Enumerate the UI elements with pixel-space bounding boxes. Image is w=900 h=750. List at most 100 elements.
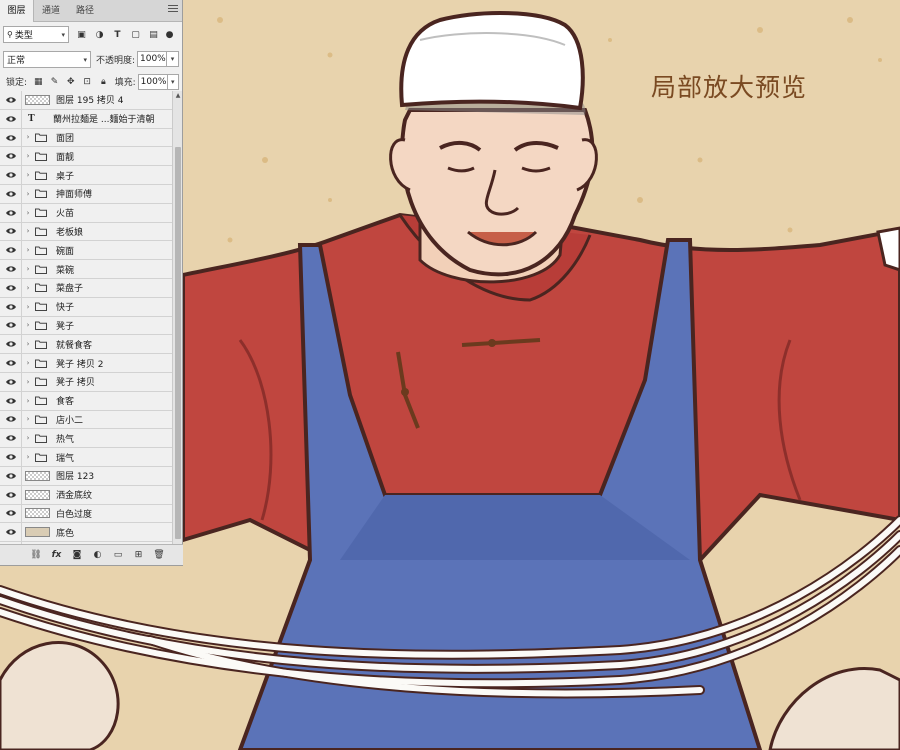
chevron-right-icon[interactable]: › xyxy=(24,453,32,461)
visibility-eye-icon[interactable] xyxy=(0,485,22,504)
chevron-right-icon[interactable]: › xyxy=(24,415,32,423)
chevron-right-icon[interactable]: › xyxy=(24,321,32,329)
visibility-eye-icon[interactable] xyxy=(0,203,22,222)
visibility-eye-icon[interactable] xyxy=(0,297,22,316)
layer-row[interactable]: › 菜碗 xyxy=(0,260,172,279)
layer-row[interactable]: › 就餐食客 xyxy=(0,335,172,355)
chevron-right-icon[interactable]: › xyxy=(24,434,32,442)
visibility-eye-icon[interactable] xyxy=(0,335,22,354)
scroll-up-icon[interactable]: ▲ xyxy=(173,91,183,101)
visibility-eye-icon[interactable] xyxy=(0,184,22,203)
visibility-eye-icon[interactable] xyxy=(0,147,22,166)
fill-field[interactable]: 100% xyxy=(137,73,168,90)
layer-row[interactable]: 洒金底纹 xyxy=(0,485,172,505)
fill-dropdown-icon[interactable]: ▾ xyxy=(167,73,179,90)
layer-row[interactable]: › 老板娘 xyxy=(0,222,172,242)
scroll-thumb[interactable] xyxy=(175,147,181,539)
new-layer-icon[interactable]: ⊞ xyxy=(133,550,145,561)
visibility-eye-icon[interactable] xyxy=(0,372,22,391)
type-filter-icon[interactable]: T xyxy=(112,29,123,40)
layer-row[interactable]: › 桌子 xyxy=(0,166,172,185)
lock-image-icon[interactable]: ✎ xyxy=(49,76,59,87)
new-group-icon[interactable]: ▭ xyxy=(112,550,124,561)
smart-object-filter-icon[interactable]: ▤ xyxy=(148,29,159,40)
layer-row[interactable]: 图层 123 xyxy=(0,466,172,486)
layer-row[interactable]: › 面靓 xyxy=(0,147,172,167)
layer-row[interactable]: › 凳子 拷贝 2 xyxy=(0,354,172,373)
layer-thumbnail xyxy=(25,508,50,519)
visibility-eye-icon[interactable] xyxy=(0,448,22,467)
chevron-right-icon[interactable]: › xyxy=(24,152,32,160)
visibility-eye-icon[interactable] xyxy=(0,109,22,128)
layer-row[interactable]: › 抻面师傅 xyxy=(0,184,172,204)
layer-name: 面团 xyxy=(56,133,75,144)
lock-position-icon[interactable]: ✥ xyxy=(66,76,76,87)
chevron-right-icon[interactable]: › xyxy=(24,133,32,141)
visibility-eye-icon[interactable] xyxy=(0,241,22,260)
chevron-right-icon[interactable]: › xyxy=(24,397,32,405)
layer-row[interactable]: › 凳子 xyxy=(0,316,172,336)
chevron-right-icon[interactable]: › xyxy=(24,209,32,217)
chevron-right-icon[interactable]: › xyxy=(24,227,32,235)
visibility-eye-icon[interactable] xyxy=(0,466,22,485)
layer-row[interactable]: 图层 195 拷贝 4 xyxy=(0,90,172,110)
visibility-eye-icon[interactable] xyxy=(0,222,22,241)
image-filter-icon[interactable]: ▣ xyxy=(76,29,87,40)
visibility-eye-icon[interactable] xyxy=(0,260,22,279)
layer-row[interactable]: › 碗面 xyxy=(0,241,172,261)
lock-transparent-icon[interactable]: ▦ xyxy=(33,76,43,87)
layer-row[interactable]: › 食客 xyxy=(0,391,172,411)
adjustment-filter-icon[interactable]: ◑ xyxy=(94,29,105,40)
blend-mode-select[interactable]: 正常 ▾ xyxy=(3,50,91,68)
layer-name: 店小二 xyxy=(56,415,84,426)
layers-scrollbar[interactable]: ▲ xyxy=(172,91,182,545)
layer-row[interactable]: › 火苗 xyxy=(0,203,172,223)
visibility-eye-icon[interactable] xyxy=(0,316,22,335)
visibility-eye-icon[interactable] xyxy=(0,504,22,523)
visibility-eye-icon[interactable] xyxy=(0,391,22,410)
filter-kind-select[interactable]: ⚲ 类型 ▾ xyxy=(3,26,69,43)
visibility-eye-icon[interactable] xyxy=(0,90,22,109)
tab-layers[interactable]: 图层 xyxy=(0,0,34,22)
chevron-right-icon[interactable]: › xyxy=(24,265,32,273)
panel-menu-icon[interactable] xyxy=(168,5,178,15)
layer-row[interactable]: 白色过度 xyxy=(0,504,172,524)
layer-row[interactable]: › 瑞气 xyxy=(0,448,172,467)
filter-toggle-icon[interactable]: ● xyxy=(164,29,175,40)
layer-row[interactable]: › 热气 xyxy=(0,429,172,449)
chevron-right-icon[interactable]: › xyxy=(24,378,32,386)
chevron-right-icon[interactable]: › xyxy=(24,284,32,292)
layer-row[interactable]: › 凳子 拷贝 xyxy=(0,372,172,392)
layer-row[interactable]: › 店小二 xyxy=(0,410,172,430)
opacity-dropdown-icon[interactable]: ▾ xyxy=(167,51,179,67)
visibility-eye-icon[interactable] xyxy=(0,166,22,185)
delete-layer-icon[interactable]: 🗑︎ xyxy=(153,550,165,561)
link-layers-icon[interactable]: ⛓ xyxy=(30,550,42,561)
chevron-right-icon[interactable]: › xyxy=(24,340,32,348)
chevron-right-icon[interactable]: › xyxy=(24,359,32,367)
layer-row[interactable]: › 菜盘子 xyxy=(0,278,172,298)
chevron-right-icon[interactable]: › xyxy=(24,171,32,179)
adjustment-layer-icon[interactable]: ◐ xyxy=(92,550,104,561)
shape-filter-icon[interactable]: ▢ xyxy=(130,29,141,40)
visibility-eye-icon[interactable] xyxy=(0,128,22,147)
chevron-right-icon[interactable]: › xyxy=(24,190,32,198)
lock-all-icon[interactable]: 🔒︎ xyxy=(98,76,108,87)
lock-artboard-icon[interactable]: ⊡ xyxy=(82,76,92,87)
tab-channels[interactable]: 通道 xyxy=(34,0,68,22)
visibility-eye-icon[interactable] xyxy=(0,410,22,429)
fx-icon[interactable]: fx xyxy=(51,550,63,561)
layer-row[interactable]: T 蘭州拉麺是 ...麺始于清朝 xyxy=(0,109,172,129)
visibility-eye-icon[interactable] xyxy=(0,278,22,297)
tab-paths[interactable]: 路径 xyxy=(68,0,102,22)
visibility-eye-icon[interactable] xyxy=(0,429,22,448)
visibility-eye-icon[interactable] xyxy=(0,523,22,542)
chevron-right-icon[interactable]: › xyxy=(24,303,32,311)
visibility-eye-icon[interactable] xyxy=(0,354,22,373)
layer-row[interactable]: › 快子 xyxy=(0,297,172,317)
chevron-right-icon[interactable]: › xyxy=(24,246,32,254)
layer-row[interactable]: 底色 xyxy=(0,523,172,543)
opacity-field[interactable]: 100% xyxy=(137,51,167,67)
layer-row[interactable]: › 面团 xyxy=(0,128,172,148)
add-mask-icon[interactable]: ◙ xyxy=(71,550,83,561)
